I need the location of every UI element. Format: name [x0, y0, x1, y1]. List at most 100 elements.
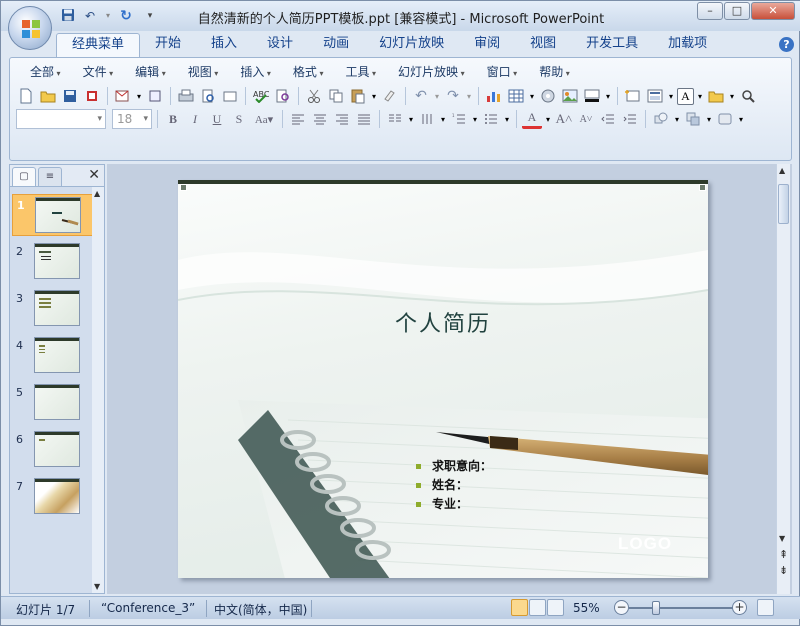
menu-insert[interactable]: 插入	[230, 63, 283, 81]
arrange-dropdown-icon[interactable]: ▾	[705, 109, 713, 129]
tab-slides[interactable]: ▢	[12, 167, 36, 186]
normal-view-button[interactable]	[511, 599, 528, 616]
change-case-button[interactable]: Aa▾	[251, 109, 277, 129]
undo-dropdown-icon[interactable]: ▾	[433, 86, 441, 106]
slides-panel-scrollbar[interactable]: ▲ ▼	[92, 187, 104, 593]
columns-icon[interactable]	[385, 109, 405, 129]
spelling-icon[interactable]: ABC	[251, 86, 271, 106]
language-indicator[interactable]: 中文(简体，中国)	[214, 601, 307, 618]
shapes-dropdown-icon[interactable]: ▾	[673, 109, 681, 129]
tab-view[interactable]: 视图	[515, 33, 571, 57]
grow-font-button[interactable]: A˄	[554, 109, 574, 129]
zoom-in-button[interactable]: +	[732, 600, 747, 615]
numbering-icon[interactable]: 1	[449, 109, 469, 129]
folder-dropdown-icon[interactable]: ▾	[728, 86, 736, 106]
quick-styles-icon[interactable]	[715, 109, 735, 129]
font-size-box[interactable]: 18	[112, 109, 152, 129]
folder-icon[interactable]	[706, 86, 726, 106]
redo-dropdown-icon[interactable]: ▾	[465, 86, 473, 106]
text-box-dropdown-icon[interactable]: ▾	[696, 86, 704, 106]
new-slide-icon[interactable]	[623, 86, 643, 106]
open-folder-icon[interactable]	[38, 86, 58, 106]
cut-icon[interactable]	[304, 86, 324, 106]
tab-home[interactable]: 开始	[140, 33, 196, 57]
menu-edit[interactable]: 编辑	[125, 63, 178, 81]
paste-icon[interactable]	[348, 86, 368, 106]
email-icon[interactable]	[113, 86, 133, 106]
close-panel-icon[interactable]: ✕	[88, 167, 100, 183]
font-color-button[interactable]: A	[522, 109, 542, 129]
fill-color-icon[interactable]	[582, 86, 602, 106]
close-button[interactable]: ✕	[751, 2, 795, 20]
increase-indent-icon[interactable]	[620, 109, 640, 129]
table-icon[interactable]	[506, 86, 526, 106]
justify-icon[interactable]	[354, 109, 374, 129]
slide-thumbnail-item[interactable]: 1	[12, 194, 102, 236]
scroll-down-icon[interactable]: ▼	[779, 534, 785, 543]
vertical-scrollbar[interactable]: ▲ ▼ ⇞ ⇟	[776, 164, 790, 594]
redo-icon[interactable]: ↷	[443, 86, 463, 106]
clipart-icon[interactable]	[538, 86, 558, 106]
zoom-slider-track[interactable]	[629, 607, 735, 609]
menu-all[interactable]: 全部	[20, 63, 73, 81]
text-box-icon[interactable]: A	[677, 87, 694, 105]
theme-name[interactable]: “Conference_3”	[101, 601, 195, 615]
tab-slideshow[interactable]: 幻灯片放映	[364, 33, 459, 57]
text-direction-icon[interactable]	[417, 109, 437, 129]
current-slide[interactable]: 个人简历 求职意向： 姓名： 专业： LOGO	[178, 180, 708, 578]
columns-dropdown-icon[interactable]: ▾	[407, 109, 415, 129]
chart-icon[interactable]	[484, 86, 504, 106]
tab-design[interactable]: 设计	[252, 33, 308, 57]
shapes-icon[interactable]	[651, 109, 671, 129]
save-icon[interactable]	[60, 86, 80, 106]
bullets-icon[interactable]	[481, 109, 501, 129]
undo-icon[interactable]: ↶	[411, 86, 431, 106]
research-icon[interactable]	[273, 86, 293, 106]
slide-sorter-view-button[interactable]	[529, 599, 546, 616]
bullet-list[interactable]: 求职意向： 姓名： 专业：	[414, 457, 492, 514]
bold-button[interactable]: B	[163, 109, 183, 129]
resize-handle[interactable]	[699, 184, 706, 191]
permission-icon[interactable]	[82, 86, 102, 106]
resize-handle[interactable]	[180, 184, 187, 191]
underline-button[interactable]: U	[207, 109, 227, 129]
slide-layout-icon[interactable]	[645, 86, 665, 106]
zoom-out-button[interactable]: −	[614, 600, 629, 615]
help-icon[interactable]: ?	[779, 37, 794, 52]
attachment-icon[interactable]	[145, 86, 165, 106]
minimize-button[interactable]: –	[697, 2, 723, 20]
office-button[interactable]	[8, 6, 52, 50]
tab-developer[interactable]: 开发工具	[571, 33, 653, 57]
zoom-slider-thumb[interactable]	[652, 601, 660, 615]
tab-classic-menu[interactable]: 经典菜单	[56, 33, 141, 57]
maximize-button[interactable]: □	[724, 2, 750, 20]
slide-title[interactable]: 个人简历	[178, 306, 708, 338]
menu-slideshow[interactable]: 幻灯片放映	[388, 63, 477, 81]
print-icon[interactable]	[176, 86, 196, 106]
zoom-level[interactable]: 55%	[573, 601, 600, 615]
align-right-icon[interactable]	[332, 109, 352, 129]
slide-thumbnail-item[interactable]: 6	[12, 429, 102, 471]
slideshow-view-button[interactable]	[547, 599, 564, 616]
previous-slide-icon[interactable]: ⇞	[779, 548, 788, 561]
slide-thumbnail-item[interactable]: 2	[12, 241, 102, 283]
format-painter-icon[interactable]	[380, 86, 400, 106]
font-color-dropdown-icon[interactable]: ▾	[544, 109, 552, 129]
page-setup-icon[interactable]	[220, 86, 240, 106]
next-slide-icon[interactable]: ⇟	[779, 564, 788, 577]
tab-review[interactable]: 审阅	[459, 33, 515, 57]
scroll-up-icon[interactable]: ▲	[779, 166, 785, 175]
menu-file[interactable]: 文件	[73, 63, 126, 81]
numbering-dropdown-icon[interactable]: ▾	[471, 109, 479, 129]
font-name-box[interactable]	[16, 109, 106, 129]
new-document-icon[interactable]	[16, 86, 36, 106]
print-preview-icon[interactable]	[198, 86, 218, 106]
fill-color-dropdown-icon[interactable]: ▾	[604, 86, 612, 106]
shrink-font-button[interactable]: A˅	[576, 109, 596, 129]
align-center-icon[interactable]	[310, 109, 330, 129]
align-left-icon[interactable]	[288, 109, 308, 129]
menu-help[interactable]: 帮助	[529, 63, 582, 81]
slide-thumbnail-item[interactable]: 4	[12, 335, 102, 377]
menu-window[interactable]: 窗口	[477, 63, 530, 81]
menu-view[interactable]: 视图	[178, 63, 231, 81]
